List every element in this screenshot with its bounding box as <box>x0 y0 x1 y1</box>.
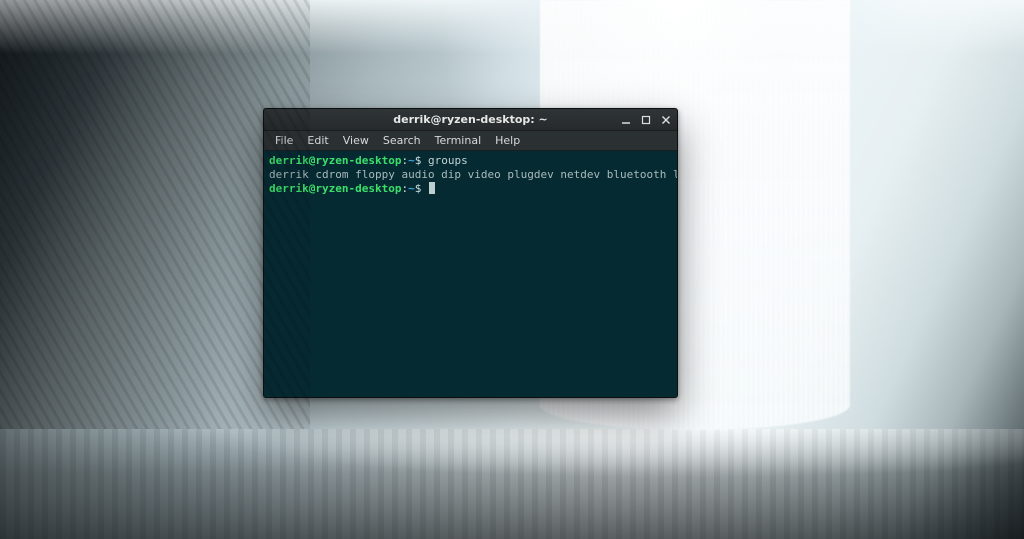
terminal-body[interactable]: derrik@ryzen-desktop:~$ groups derrik cd… <box>264 151 677 397</box>
menu-file[interactable]: File <box>268 132 300 149</box>
minimize-button[interactable] <box>619 113 633 127</box>
window-controls <box>619 109 673 130</box>
terminal-line: derrik@ryzen-desktop:~$ groups <box>269 154 468 167</box>
minimize-icon <box>621 115 631 125</box>
titlebar[interactable]: derrik@ryzen-desktop: ~ <box>264 109 677 131</box>
cursor-icon <box>429 182 435 194</box>
close-button[interactable] <box>659 113 673 127</box>
prompt-user-host: derrik@ryzen-desktop <box>269 182 401 195</box>
maximize-button[interactable] <box>639 113 653 127</box>
prompt-user-host: derrik@ryzen-desktop <box>269 154 401 167</box>
maximize-icon <box>641 115 651 125</box>
window-title: derrik@ryzen-desktop: ~ <box>264 113 677 126</box>
menu-view[interactable]: View <box>336 132 376 149</box>
prompt-path: ~ <box>408 154 415 167</box>
menu-help[interactable]: Help <box>488 132 527 149</box>
close-icon <box>661 115 671 125</box>
prompt-path: ~ <box>408 182 415 195</box>
menu-search[interactable]: Search <box>376 132 428 149</box>
desktop-wallpaper: derrik@ryzen-desktop: ~ File Edit View S… <box>0 0 1024 539</box>
menu-terminal[interactable]: Terminal <box>428 132 489 149</box>
terminal-window[interactable]: derrik@ryzen-desktop: ~ File Edit View S… <box>263 108 678 398</box>
command-text: groups <box>428 154 468 167</box>
prompt-symbol: $ <box>415 154 422 167</box>
menubar: File Edit View Search Terminal Help <box>264 131 677 151</box>
terminal-line: derrik@ryzen-desktop:~$ <box>269 182 435 195</box>
menu-edit[interactable]: Edit <box>300 132 335 149</box>
output-line: derrik cdrom floppy audio dip video plug… <box>269 168 678 181</box>
prompt-symbol: $ <box>415 182 422 195</box>
